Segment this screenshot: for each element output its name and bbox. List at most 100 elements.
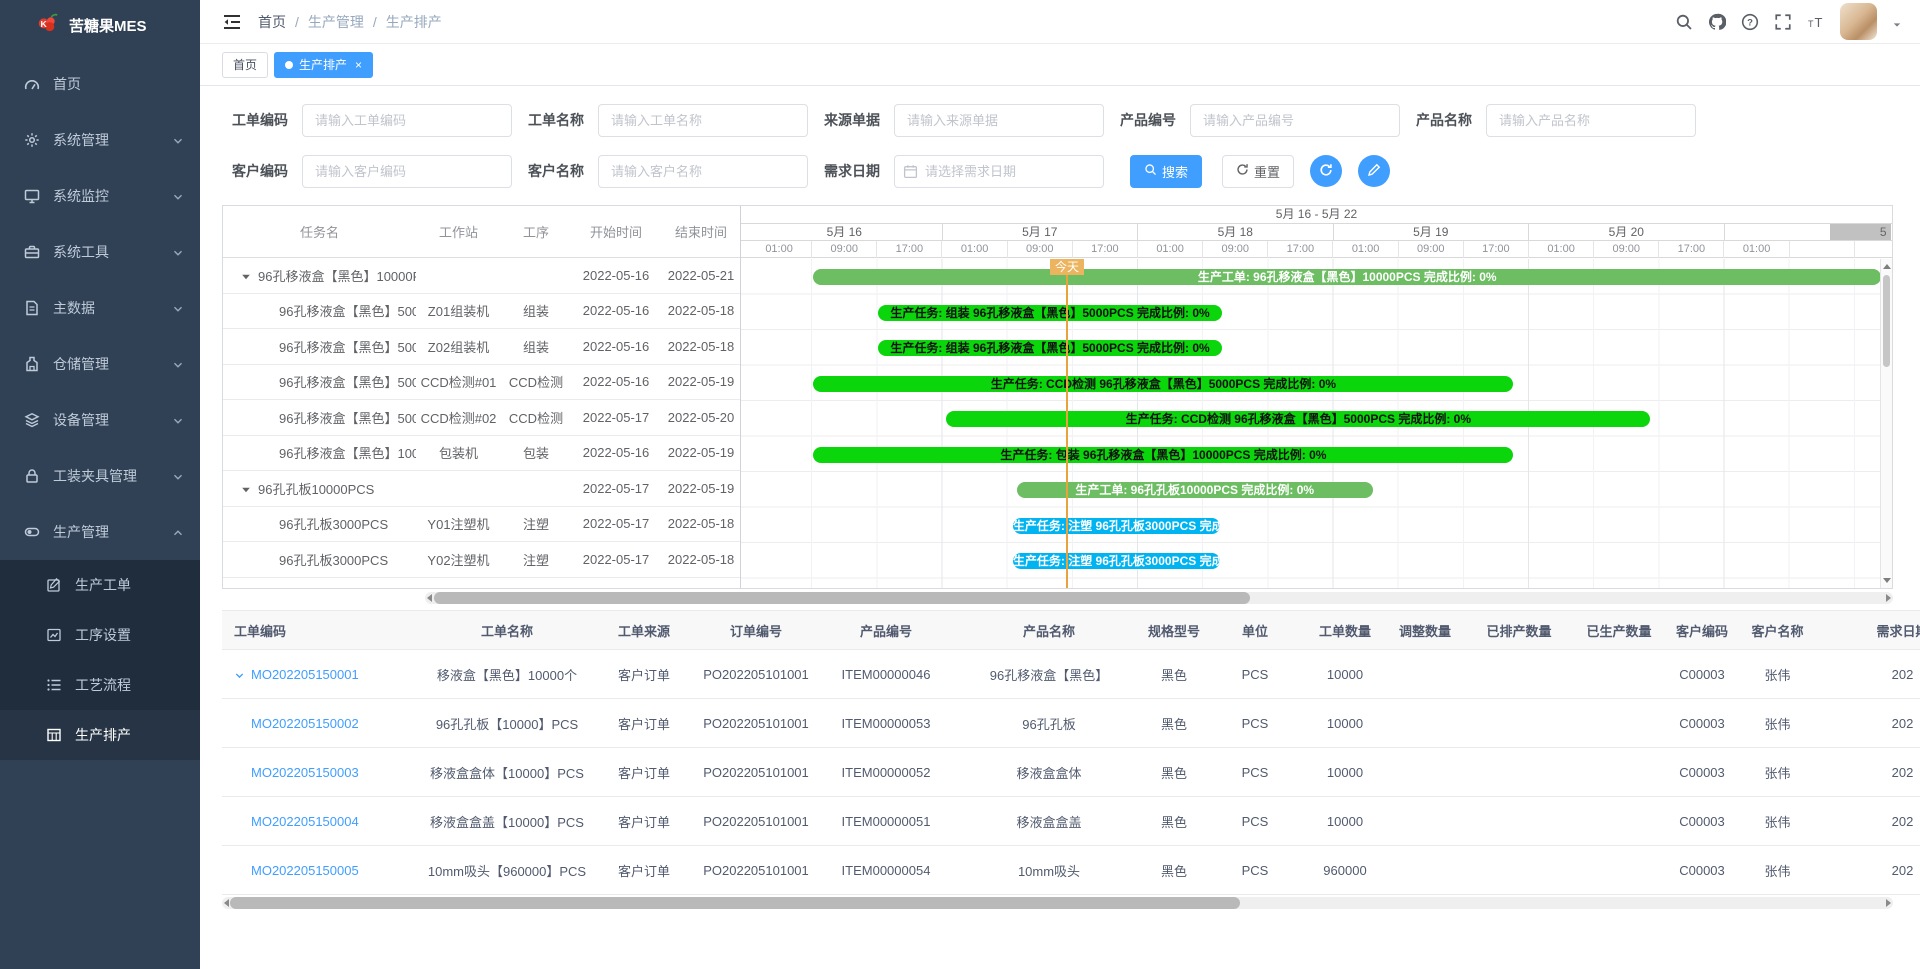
table-horizontal-scrollbar[interactable] bbox=[222, 897, 1893, 909]
table-row[interactable]: MO202205150004移液盒盒盖【10000】PCS客户订单PO20220… bbox=[222, 797, 1920, 846]
table-cell-col0[interactable]: MO202205150002 bbox=[222, 716, 422, 731]
table-cell-col0[interactable]: MO202205150003 bbox=[222, 765, 422, 780]
search-button[interactable]: 搜索 bbox=[1130, 155, 1202, 188]
sidebar-subitem-3[interactable]: 生产排产 bbox=[0, 710, 200, 760]
font-size-icon[interactable]: TT bbox=[1807, 13, 1825, 31]
tree-caret-icon[interactable] bbox=[241, 483, 251, 493]
fullscreen-icon[interactable] bbox=[1774, 13, 1792, 31]
scroll-right-arrow-icon[interactable] bbox=[1886, 899, 1891, 907]
timeline-day-row: 5月 165月 175月 185月 195月 205 bbox=[741, 224, 1892, 241]
sidebar-item-3[interactable]: 系统工具 bbox=[0, 224, 200, 280]
text-input[interactable] bbox=[894, 104, 1104, 137]
gantt-task-row[interactable]: 96孔移液盒【黑色】10000PCS包装机包装2022-05-162022-05… bbox=[223, 436, 740, 472]
edit-round-button[interactable] bbox=[1358, 155, 1390, 187]
avatar[interactable] bbox=[1840, 3, 1877, 40]
gantt-vertical-scrollbar[interactable] bbox=[1880, 259, 1892, 588]
date-input[interactable] bbox=[894, 155, 1104, 188]
gantt-bar-blue[interactable]: 生产任务: 注塑 96孔孔板3000PCS 完成比例: 0% bbox=[1013, 553, 1220, 569]
gantt-horizontal-scrollbar[interactable] bbox=[222, 592, 1893, 604]
table-cell-col0[interactable]: MO202205150001 bbox=[222, 667, 422, 682]
text-input[interactable] bbox=[302, 155, 512, 188]
app-logo[interactable]: K 苦糖果MES bbox=[0, 0, 200, 50]
gantt-bar-parent[interactable]: 生产工单: 96孔移液盒【黑色】10000PCS 完成比例: 0% bbox=[813, 269, 1880, 285]
gantt-bar-green[interactable]: 生产任务: 组装 96孔移液盒【黑色】5000PCS 完成比例: 0% bbox=[878, 305, 1222, 321]
work-order-link[interactable]: MO202205150003 bbox=[251, 765, 359, 780]
gantt-bar-green[interactable]: 生产任务: 包装 96孔移液盒【黑色】10000PCS 完成比例: 0% bbox=[813, 447, 1513, 463]
gantt-bar-parent[interactable]: 生产工单: 96孔孔板10000PCS 完成比例: 0% bbox=[1017, 482, 1373, 498]
work-order-link[interactable]: MO202205150001 bbox=[251, 667, 359, 682]
tab-active-1[interactable]: 生产排产× bbox=[274, 52, 373, 78]
gantt-task-row[interactable]: 96孔移液盒【黑色】5000PCSZ01组装机组装2022-05-162022-… bbox=[223, 294, 740, 330]
work-order-link[interactable]: MO202205150002 bbox=[251, 716, 359, 731]
sidebar-subitem-1[interactable]: 工序设置 bbox=[0, 610, 200, 660]
refresh-round-button[interactable] bbox=[1310, 155, 1342, 187]
text-input[interactable] bbox=[598, 155, 808, 188]
filter-row-2: 客户编码客户名称需求日期搜索重置 bbox=[232, 154, 1920, 188]
tree-caret-icon[interactable] bbox=[241, 270, 251, 280]
gantt-task-row[interactable]: 96孔孔板3000PCSY03注塑机注塑2022-05-172022-05-18 bbox=[223, 578, 740, 590]
gantt-task-row[interactable]: 96孔孔板3000PCSY01注塑机注塑2022-05-172022-05-18 bbox=[223, 507, 740, 543]
reset-button[interactable]: 重置 bbox=[1222, 155, 1294, 188]
gantt-task-row[interactable]: 96孔孔板10000PCS2022-05-172022-05-19 bbox=[223, 471, 740, 507]
tab-close-icon[interactable]: × bbox=[355, 58, 362, 72]
gantt-vscroll-thumb[interactable] bbox=[1883, 275, 1890, 367]
breadcrumb-item-2[interactable]: 生产排产 bbox=[386, 12, 442, 32]
caret-down-icon[interactable] bbox=[1892, 17, 1902, 27]
table-cell-col1: 移液盒盒体【10000】PCS bbox=[422, 763, 592, 782]
scroll-right-arrow-icon[interactable] bbox=[1886, 594, 1891, 602]
text-input[interactable] bbox=[1486, 104, 1696, 137]
table-column-header-3: 订单编号 bbox=[696, 621, 816, 640]
table-row[interactable]: MO202205150003移液盒盒体【10000】PCS客户订单PO20220… bbox=[222, 748, 1920, 797]
gantt-task-row[interactable]: 96孔移液盒【黑色】5000PCSZ02组装机组装2022-05-162022-… bbox=[223, 329, 740, 365]
table-row[interactable]: MO202205150001移液盒【黑色】10000个客户订单PO2022051… bbox=[222, 650, 1920, 699]
filter-input-wrap bbox=[302, 155, 512, 188]
text-input[interactable] bbox=[302, 104, 512, 137]
text-input[interactable] bbox=[1190, 104, 1400, 137]
filter-field-工单编码: 工单编码 bbox=[232, 104, 512, 137]
sidebar-subitem-0[interactable]: 生产工单 bbox=[0, 560, 200, 610]
sidebar-subitem-2[interactable]: 工艺流程 bbox=[0, 660, 200, 710]
search-icon[interactable] bbox=[1675, 13, 1693, 31]
github-icon[interactable] bbox=[1708, 13, 1726, 31]
help-icon[interactable]: ? bbox=[1741, 13, 1759, 31]
sync-icon bbox=[1319, 163, 1333, 180]
timeline-scroll-thumb[interactable]: 5 bbox=[1830, 224, 1891, 240]
expand-caret-icon[interactable] bbox=[234, 669, 245, 680]
scroll-left-arrow-icon[interactable] bbox=[224, 899, 229, 907]
table-hscroll-thumb[interactable] bbox=[230, 897, 1240, 909]
gantt-task-row[interactable]: 96孔移液盒【黑色】5000PCSCCD检测#02CCD检测2022-05-17… bbox=[223, 400, 740, 436]
sidebar-item-1[interactable]: 系统管理 bbox=[0, 112, 200, 168]
sidebar-collapse-icon[interactable] bbox=[222, 13, 242, 31]
table-row[interactable]: MO20220515000296孔孔板【10000】PCS客户订单PO20220… bbox=[222, 699, 1920, 748]
gantt-bar-green[interactable]: 生产任务: CCD检测 96孔移液盒【黑色】5000PCS 完成比例: 0% bbox=[813, 376, 1513, 392]
table-cell-col8: 960000 bbox=[1304, 863, 1386, 878]
scroll-down-arrow-icon[interactable] bbox=[1883, 578, 1891, 583]
scroll-up-arrow-icon[interactable] bbox=[1883, 264, 1891, 269]
gantt-task-row[interactable]: 96孔移液盒【黑色】5000PCSCCD检测#01CCD检测2022-05-16… bbox=[223, 365, 740, 401]
gantt-hscroll-thumb[interactable] bbox=[434, 592, 1250, 604]
sidebar-item-2[interactable]: 系统监控 bbox=[0, 168, 200, 224]
breadcrumb-item-1[interactable]: 生产管理 bbox=[308, 12, 364, 32]
sidebar-item-4[interactable]: 主数据 bbox=[0, 280, 200, 336]
sidebar-item-6[interactable]: 设备管理 bbox=[0, 392, 200, 448]
table-cell-col3: PO202205101001 bbox=[696, 814, 816, 829]
sidebar-item-8[interactable]: 生产管理 bbox=[0, 504, 200, 560]
gantt-bar-green[interactable]: 生产任务: 组装 96孔移液盒【黑色】5000PCS 完成比例: 0% bbox=[878, 340, 1222, 356]
gantt-task-row[interactable]: 96孔移液盒【黑色】10000PCS2022-05-162022-05-21 bbox=[223, 258, 740, 294]
gantt-task-row[interactable]: 96孔孔板3000PCSY02注塑机注塑2022-05-172022-05-18 bbox=[223, 542, 740, 578]
filter-label: 来源单据 bbox=[824, 110, 880, 130]
table-row[interactable]: MO20220515000510mm吸头【960000】PCS客户订单PO202… bbox=[222, 846, 1920, 895]
gantt-bar-green[interactable]: 生产任务: CCD检测 96孔移液盒【黑色】5000PCS 完成比例: 0% bbox=[946, 411, 1650, 427]
sidebar-item-0[interactable]: 首页 bbox=[0, 56, 200, 112]
gantt-bar-blue[interactable]: 生产任务: 注塑 96孔孔板3000PCS 完成比例: 0% bbox=[1013, 518, 1220, 534]
work-order-link[interactable]: MO202205150004 bbox=[251, 814, 359, 829]
table-cell-col0[interactable]: MO202205150005 bbox=[222, 863, 422, 878]
tab-0[interactable]: 首页 bbox=[222, 52, 268, 78]
table-cell-col0[interactable]: MO202205150004 bbox=[222, 814, 422, 829]
work-order-link[interactable]: MO202205150005 bbox=[251, 863, 359, 878]
table-cell-col2: 客户订单 bbox=[592, 665, 696, 684]
sidebar-item-7[interactable]: 工装夹具管理 bbox=[0, 448, 200, 504]
text-input[interactable] bbox=[598, 104, 808, 137]
sidebar-item-5[interactable]: 仓储管理 bbox=[0, 336, 200, 392]
scroll-left-arrow-icon[interactable] bbox=[427, 594, 432, 602]
